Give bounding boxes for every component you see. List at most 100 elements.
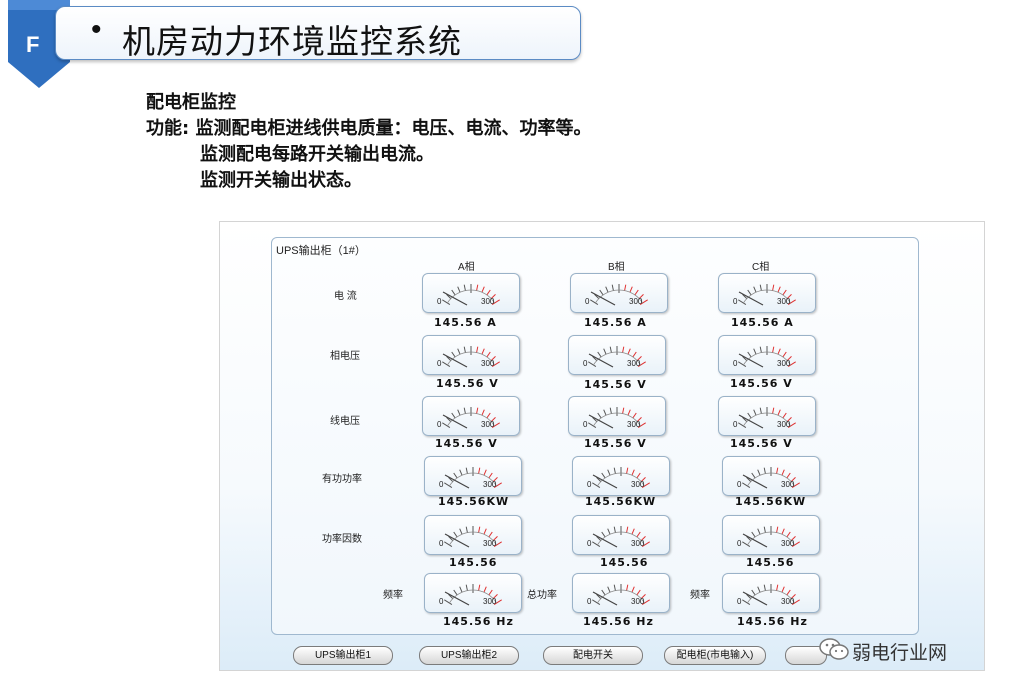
gauge-value: 145.56KW [735,495,807,508]
gauge: 0 300 [718,335,816,375]
gauge: 0 300 [422,335,520,375]
distribution-switch-button[interactable]: 配电开关 [543,646,643,665]
gauge-max-label: 300 [483,480,497,489]
gauge-tick [631,528,635,535]
gauge-tick [613,584,616,591]
gauge-tick [636,472,641,479]
gauge-value: 145.56 [449,556,498,569]
gauge: 0 300 [568,335,666,375]
gauge-tick [465,467,468,474]
gauge: 0 300 [422,396,520,436]
gauge-tick [451,412,456,419]
gauge-tick [776,526,779,533]
gauge-tick [611,284,614,291]
gauge-tick [772,407,775,414]
gauge-min-label: 0 [583,420,588,429]
ups-cabinet-2-button[interactable]: UPS输出柜2 [419,646,519,665]
gauge-tick [601,589,606,596]
gauge-value: 145.56 A [584,316,647,329]
gauge-tick [622,407,625,414]
gauge-tick [759,284,762,291]
gauge-tick [478,467,481,474]
gauge-tick [453,589,458,596]
gauge-min-label: 0 [587,539,592,548]
description-line-3: 监测开关输出状态。 [200,170,362,191]
gauge-min-label: 0 [439,597,444,606]
gauge-tick [486,351,491,358]
gauge-tick [631,586,635,593]
row-label-frequency-c: 频率 [690,590,710,601]
gauge-tick [777,348,781,355]
watermark-text: 弱电行业网 [852,642,948,664]
gauge-tick [751,589,756,596]
gauge-tick [457,348,461,355]
wechat-icon [819,638,849,660]
gauge-tick [488,589,493,596]
gauge-tick [759,407,762,414]
gauge-tick [481,409,485,416]
gauge-tick [609,407,612,414]
gauge-tick [636,589,641,596]
gauge-tick [597,412,602,419]
gauge-tick [751,531,756,538]
gauge-tick [459,469,463,476]
ups-cabinet-1-button[interactable]: UPS输出柜1 [293,646,393,665]
gauge-tick [747,412,752,419]
gauge-tick [632,351,637,358]
gauge-tick [476,407,479,414]
gauge-tick [622,346,625,353]
gauge-tick [753,409,757,416]
gauge: 0 300 [572,456,670,496]
gauge-tick [465,526,468,533]
gauge-tick [453,531,458,538]
gauge-tick [613,526,616,533]
gauge-tick [481,286,485,293]
gauge-value: 145.56 [746,556,795,569]
gauge-tick [776,584,779,591]
gauge-value: 145.56 Hz [443,615,514,628]
gauge-tick [781,469,785,476]
gauge-min-label: 0 [737,539,742,548]
gauge-tick [753,286,757,293]
gauge-max-label: 300 [781,480,795,489]
distribution-cabinet-mains-button[interactable]: 配电柜(市电输入) [664,646,766,665]
gauge: 0 300 [722,515,820,555]
gauge-max-label: 300 [781,597,795,606]
gauge: 0 300 [568,396,666,436]
gauge-min-label: 0 [439,539,444,548]
gauge-max-label: 300 [627,359,641,368]
gauge-tick [747,351,752,358]
gauge-tick [636,531,641,538]
gauge-tick [786,472,791,479]
gauge: 0 300 [572,573,670,613]
gauge-tick [488,531,493,538]
gauge-tick [453,472,458,479]
gauge-tick [601,472,606,479]
gauge-tick [476,346,479,353]
gauge-max-label: 300 [631,539,645,548]
gauge-tick [607,528,611,535]
gauge-tick [459,528,463,535]
gauge-tick [757,528,761,535]
gauge-tick [759,346,762,353]
row-label-line-voltage: 线电压 [330,416,360,427]
gauge-tick [478,584,481,591]
gauge-tick [597,351,602,358]
gauge-tick [631,469,635,476]
gauge-tick [627,348,631,355]
gauge-value: 145.56 [600,556,649,569]
gauge-min-label: 0 [737,480,742,489]
gauge: 0 300 [572,515,670,555]
gauge-tick [763,467,766,474]
gauge-tick [782,289,787,296]
gauge-tick [626,584,629,591]
gauge-min-label: 0 [585,297,590,306]
frame-title: UPS输出柜（1#） [276,245,366,257]
gauge-tick [605,286,609,293]
gauge-tick [627,409,631,416]
gauge-tick [478,526,481,533]
gauge-tick [603,409,607,416]
gauge-max-label: 300 [483,539,497,548]
gauge-tick [772,284,775,291]
gauge-max-label: 300 [631,597,645,606]
